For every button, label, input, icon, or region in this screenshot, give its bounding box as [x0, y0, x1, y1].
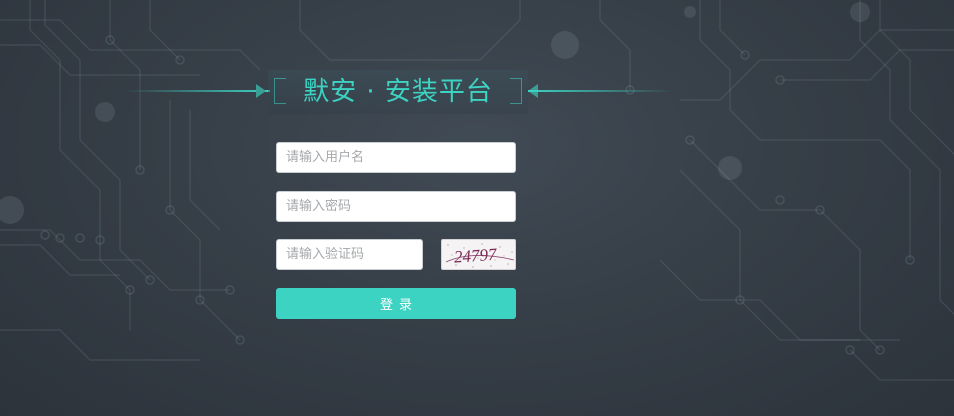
bracket-right [510, 78, 522, 104]
title-panel: 默安 · 安装平台 [268, 70, 528, 114]
login-button[interactable]: 登录 [276, 288, 516, 319]
title-line-left [125, 90, 270, 92]
captcha-input[interactable] [276, 239, 423, 270]
title-cap-left [256, 84, 266, 98]
username-input[interactable] [276, 142, 516, 173]
page-title: 默安 · 安装平台 [303, 77, 493, 107]
captcha-code: 24797 [453, 245, 498, 267]
title-line-right [528, 90, 673, 92]
captcha-image[interactable]: 24797 [441, 239, 516, 270]
title-banner: 默安 · 安装平台 [0, 70, 954, 114]
password-input[interactable] [276, 191, 516, 222]
